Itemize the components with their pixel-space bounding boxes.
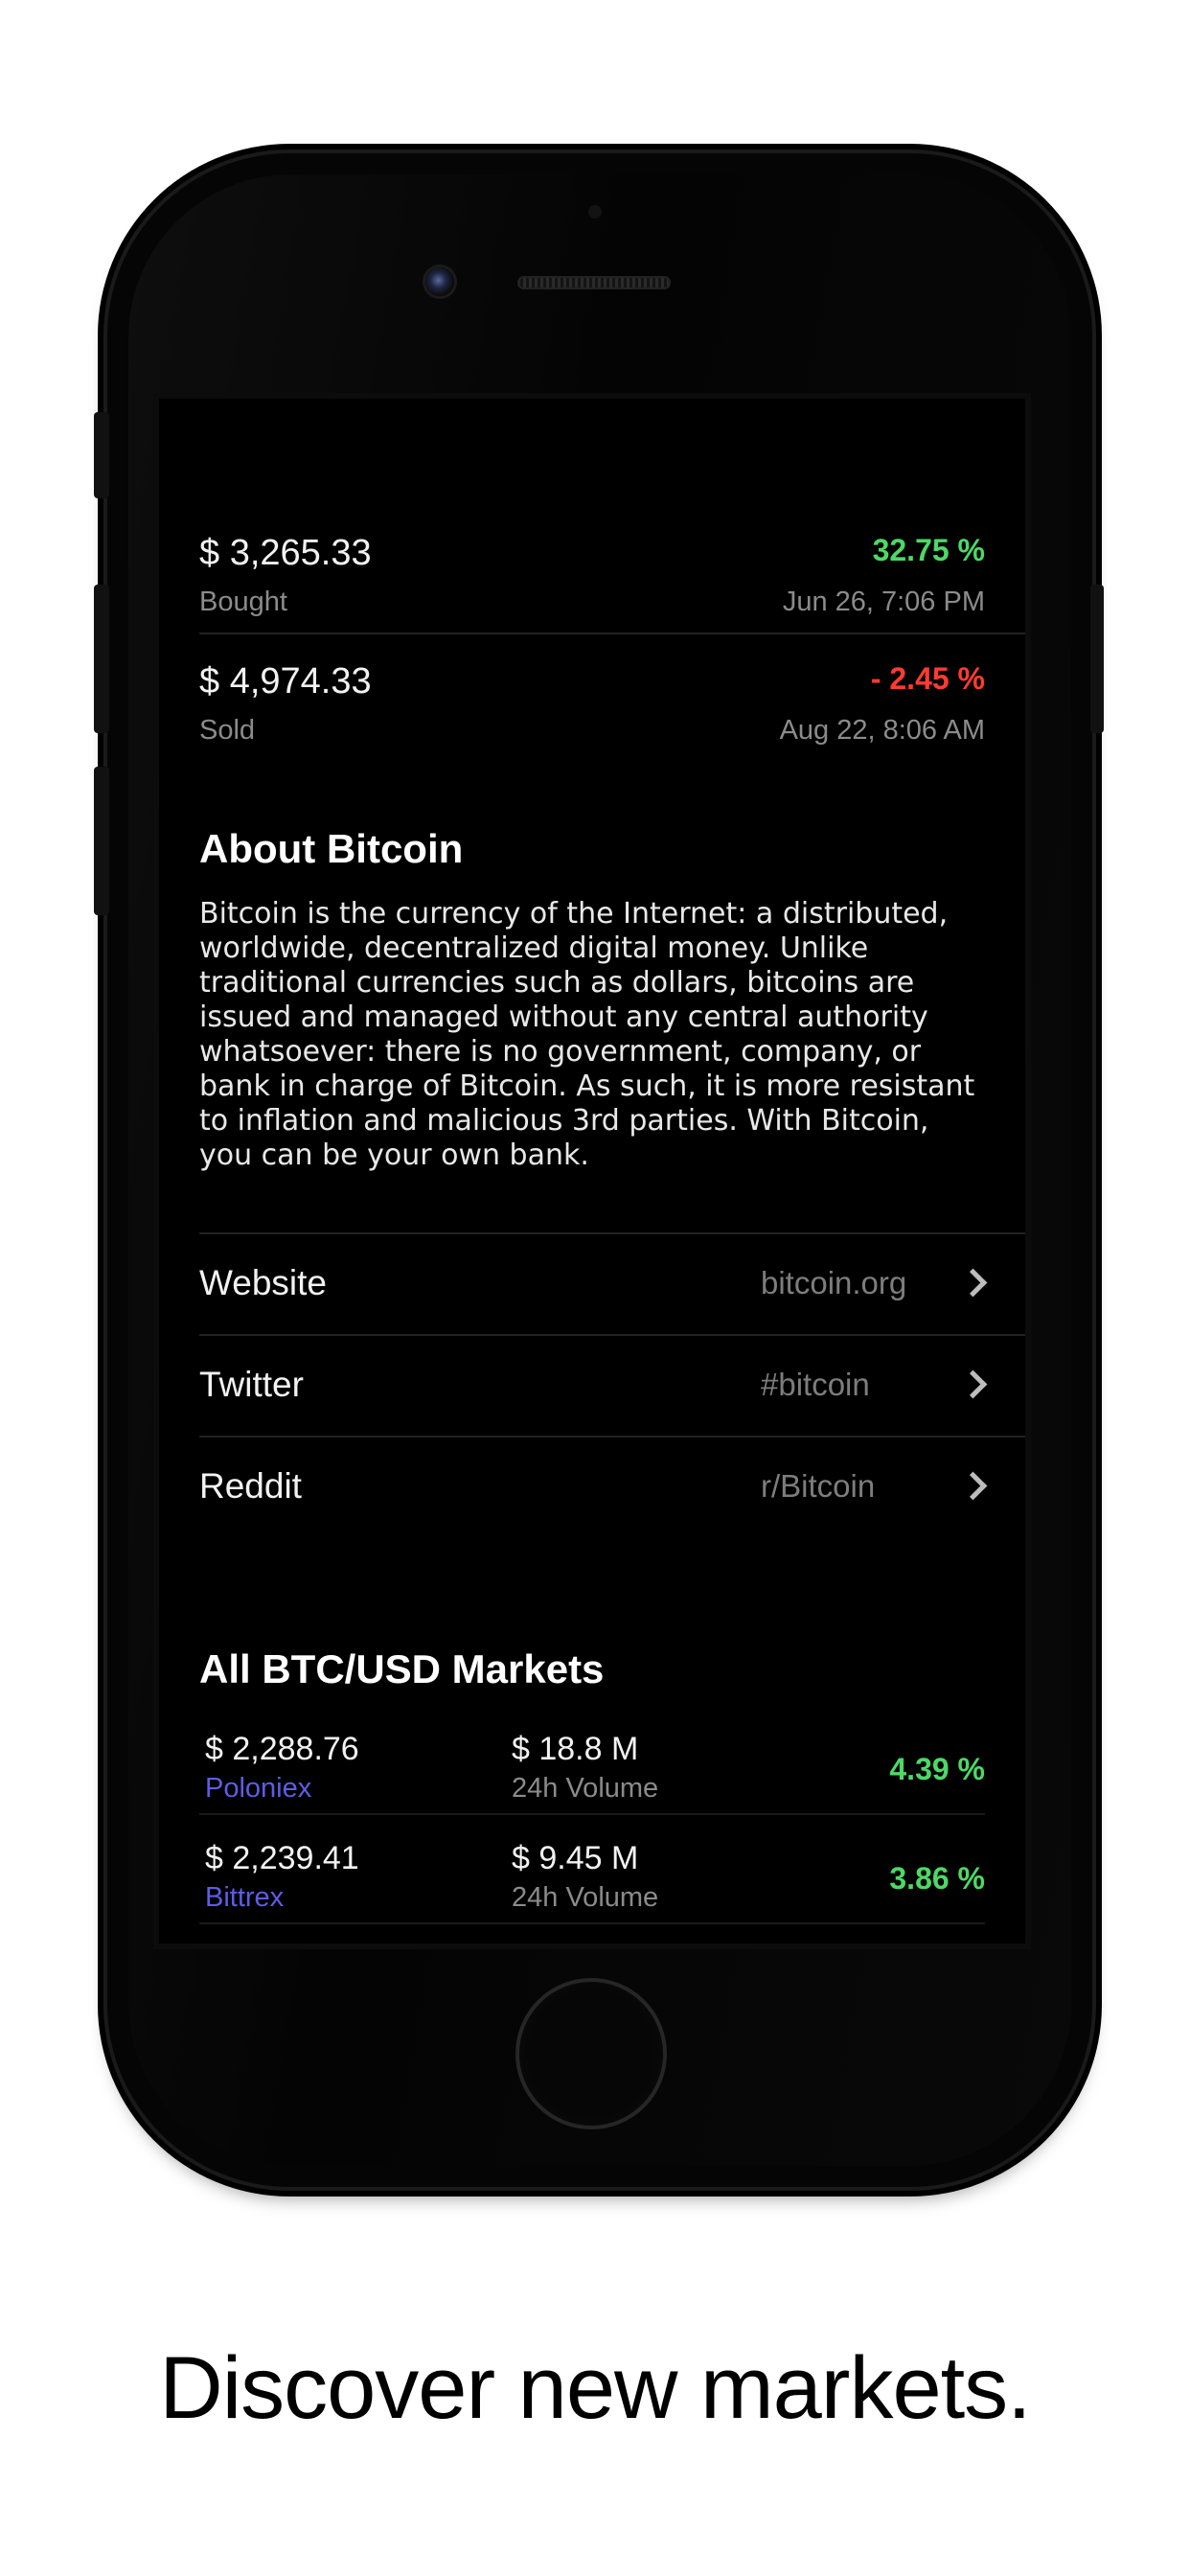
- divider: [199, 632, 1025, 634]
- market-row-bittrex[interactable]: $ 2,239.41 Bittrex $ 9.45 M 24h Volume 3…: [199, 1834, 985, 1942]
- market-row-poloniex[interactable]: $ 2,288.76 Poloniex $ 18.8 M 24h Volume …: [199, 1725, 985, 1832]
- link-label: Twitter: [199, 1365, 304, 1404]
- link-twitter[interactable]: Twitter #bitcoin: [199, 1336, 1025, 1436]
- link-reddit[interactable]: Reddit r/Bitcoin: [199, 1438, 1025, 1537]
- home-button: [515, 1978, 667, 2129]
- volume-down-button: [94, 767, 109, 915]
- divider: [199, 1922, 985, 1924]
- trade-change: 32.75 %: [872, 533, 985, 567]
- market-volume: $ 9.45 M: [512, 1840, 639, 1876]
- chevron-right-icon: [958, 1471, 988, 1501]
- earpiece-speaker: [517, 276, 671, 289]
- market-price: $ 2,239.41: [205, 1840, 359, 1876]
- market-change: 3.86 %: [889, 1861, 985, 1896]
- chevron-right-icon: [958, 1268, 988, 1298]
- about-description: Bitcoin is the currency of the Internet:…: [199, 897, 975, 1172]
- market-volume: $ 18.8 M: [512, 1731, 639, 1767]
- marketing-caption: Discover new markets.: [159, 2339, 1031, 2437]
- trade-type: Bought: [199, 586, 287, 617]
- proximity-sensor: [588, 205, 602, 218]
- market-volume-label: 24h Volume: [512, 1882, 659, 1913]
- link-value: bitcoin.org: [761, 1265, 907, 1300]
- markets-title: All BTC/USD Markets: [199, 1646, 605, 1691]
- link-value: r/Bitcoin: [761, 1468, 876, 1504]
- market-price: $ 2,288.76: [205, 1731, 359, 1767]
- about-title: About Bitcoin: [199, 826, 464, 871]
- front-camera-icon: [425, 267, 454, 296]
- link-website[interactable]: Website bitcoin.org: [199, 1234, 1025, 1334]
- chevron-right-icon: [958, 1369, 988, 1399]
- link-label: Reddit: [199, 1466, 302, 1506]
- power-button: [1090, 585, 1104, 733]
- trade-date: Aug 22, 8:06 AM: [779, 715, 985, 746]
- market-volume-label: 24h Volume: [512, 1773, 659, 1804]
- trade-row-sold[interactable]: $ 4,974.33 Sold - 2.45 % Aug 22, 8:06 AM: [199, 661, 985, 767]
- mute-switch: [94, 412, 109, 498]
- trade-row-bought[interactable]: $ 3,265.33 Bought 32.75 % Jun 26, 7:06 P…: [199, 533, 985, 638]
- divider: [199, 1813, 985, 1815]
- volume-up-button: [94, 585, 109, 733]
- trade-date: Jun 26, 7:06 PM: [782, 586, 985, 617]
- app-screen: $ 3,265.33 Bought 32.75 % Jun 26, 7:06 P…: [159, 399, 1025, 1944]
- trade-change: - 2.45 %: [870, 661, 985, 696]
- trade-type: Sold: [199, 715, 256, 746]
- link-label: Website: [199, 1263, 327, 1302]
- trade-price: $ 4,974.33: [199, 661, 372, 702]
- link-value: #bitcoin: [761, 1367, 870, 1402]
- market-change: 4.39 %: [889, 1752, 985, 1786]
- market-exchange: Poloniex: [205, 1773, 312, 1804]
- trade-price: $ 3,265.33: [199, 533, 372, 573]
- market-exchange: Bittrex: [205, 1882, 285, 1913]
